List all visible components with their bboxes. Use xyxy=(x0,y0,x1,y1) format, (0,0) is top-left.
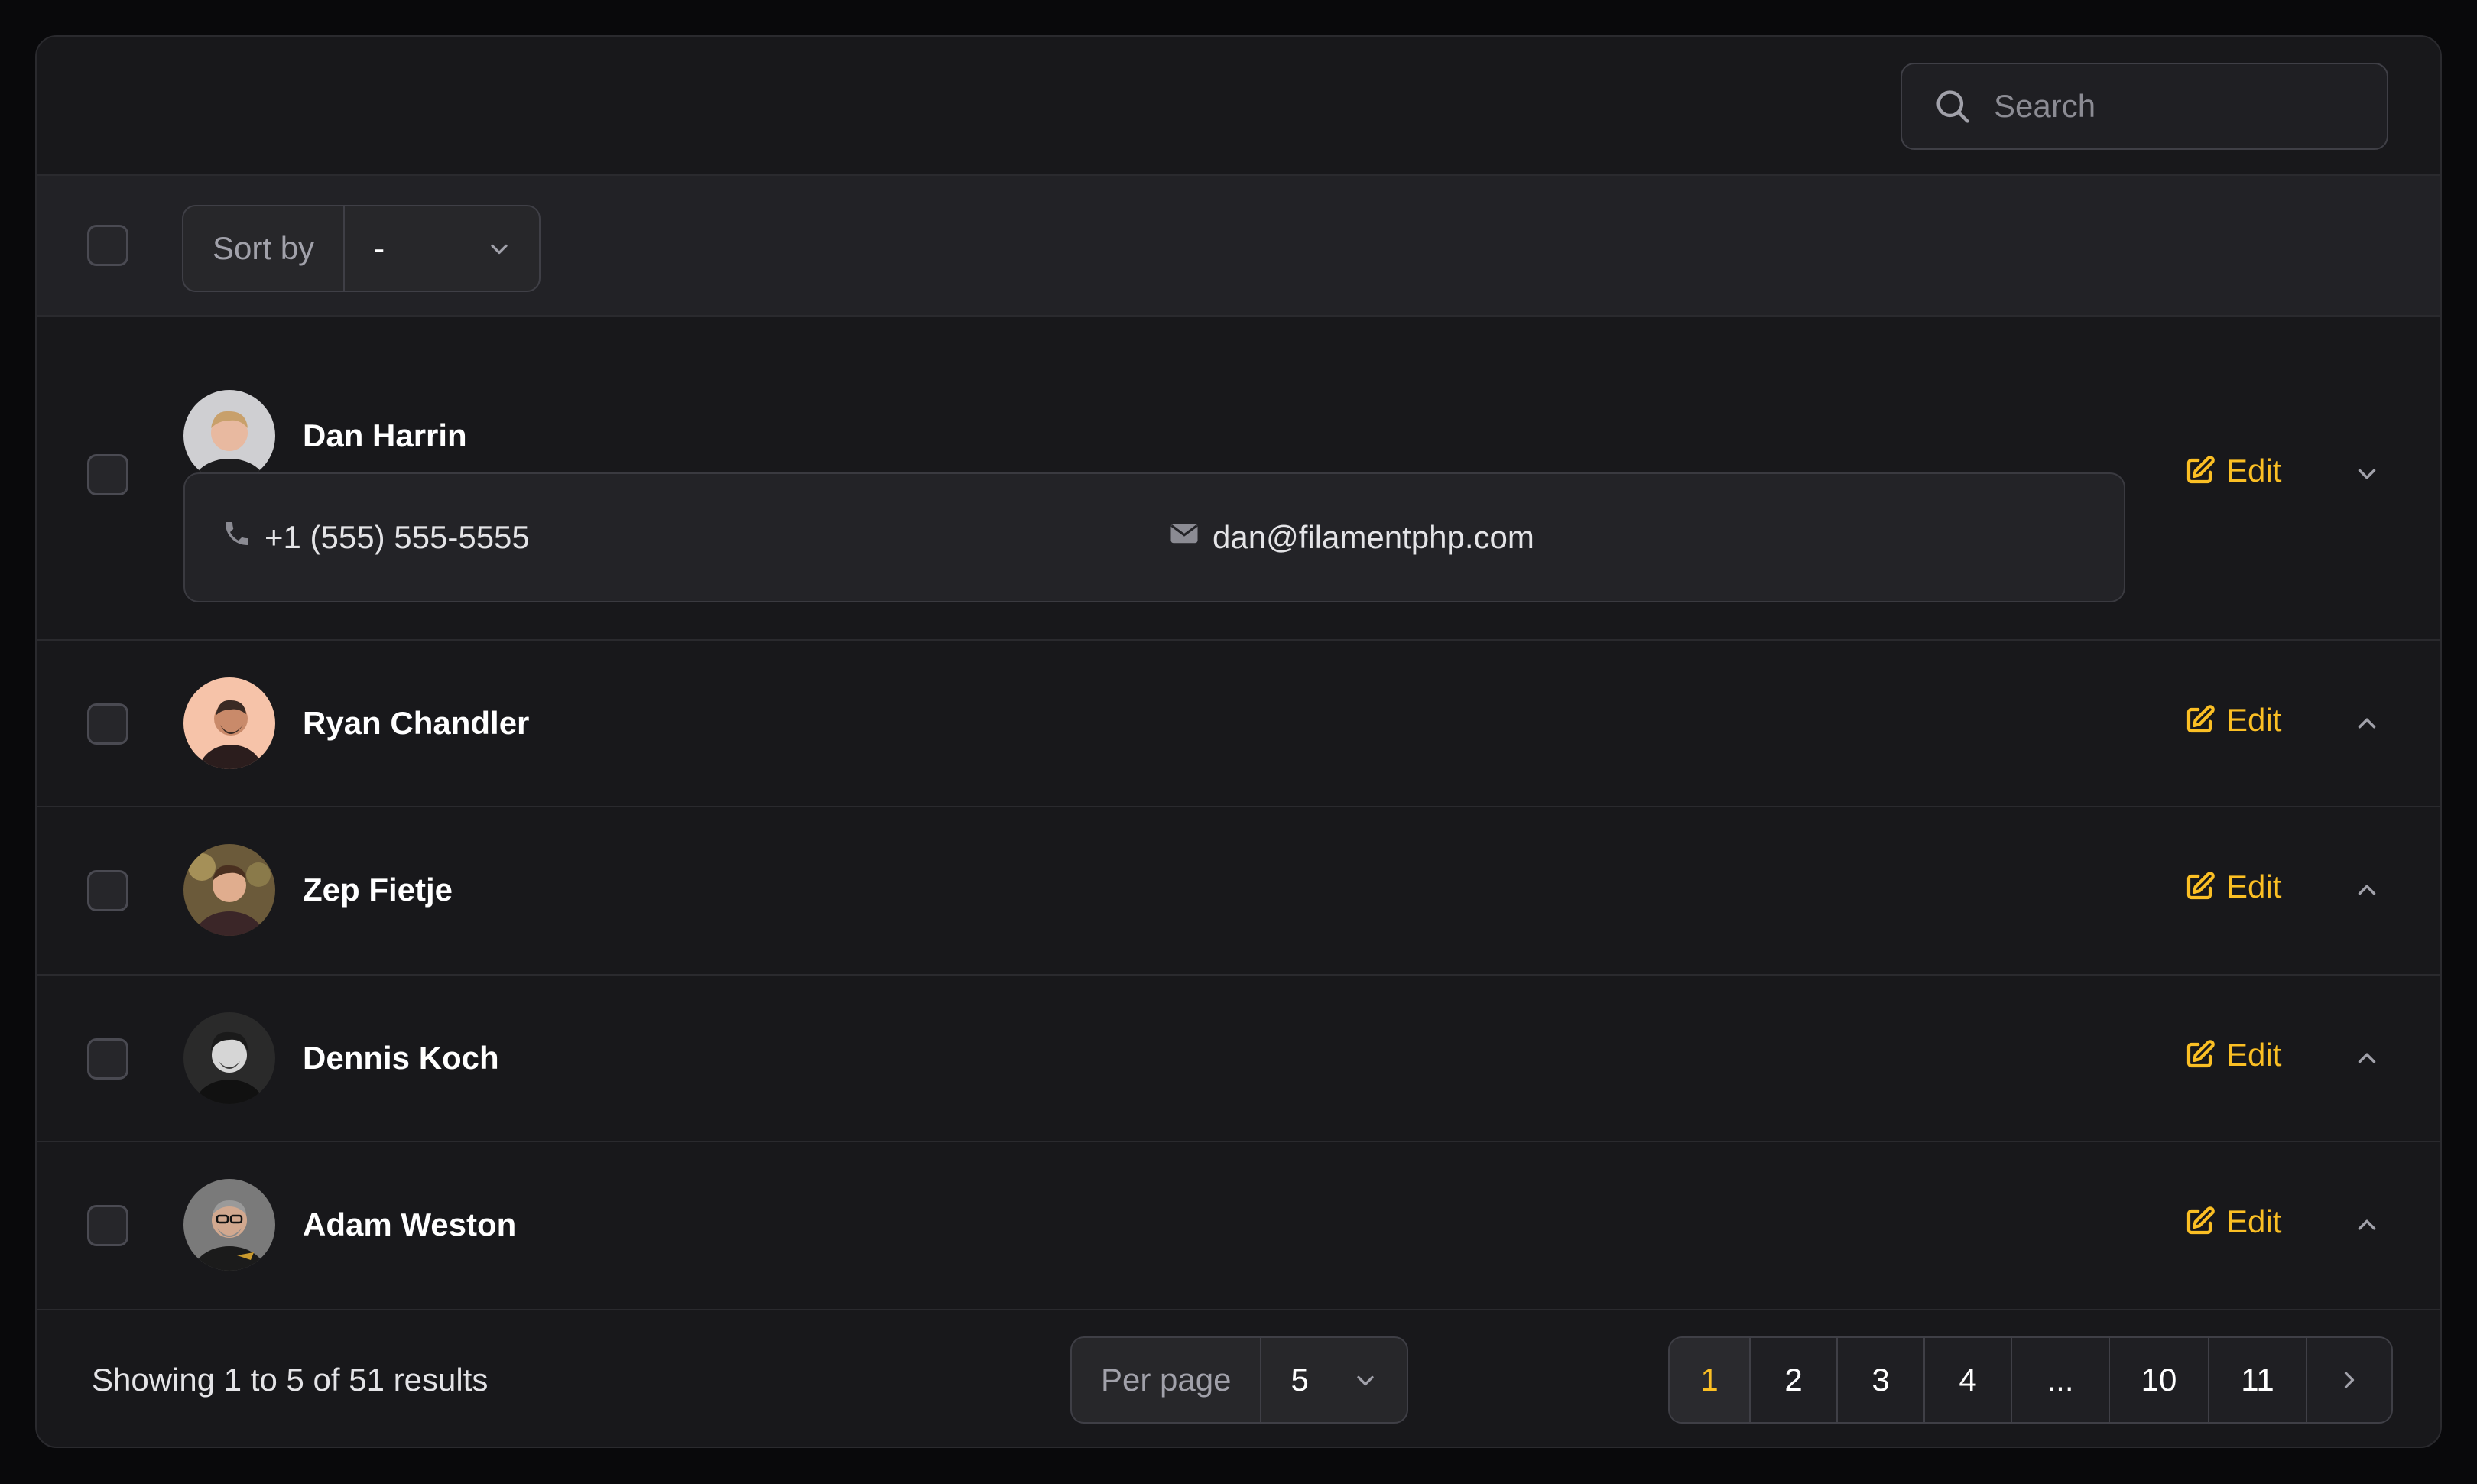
phone-detail: +1 (555) 555-5555 xyxy=(222,474,530,601)
search-input[interactable] xyxy=(1992,87,2409,125)
page-ellipsis: ... xyxy=(2012,1338,2110,1422)
row-checkbox[interactable] xyxy=(87,454,128,495)
edit-label: Edit xyxy=(2226,453,2282,489)
table-footer: Showing 1 to 5 of 51 results Per page 5 … xyxy=(37,1310,2440,1447)
per-page-control[interactable]: Per page 5 xyxy=(1070,1336,1409,1424)
expand-toggle[interactable] xyxy=(2344,700,2390,746)
row-checkbox[interactable] xyxy=(87,703,128,745)
edit-button[interactable]: Edit xyxy=(2183,702,2281,739)
edit-icon xyxy=(2186,1040,2215,1068)
edit-button[interactable]: Edit xyxy=(2183,1037,2281,1073)
row-checkbox[interactable] xyxy=(87,870,128,911)
table-row[interactable]: Dennis Koch Edit xyxy=(37,976,2440,1142)
edit-label: Edit xyxy=(2226,869,2282,904)
row-name: Ryan Chandler xyxy=(303,705,530,741)
edit-icon xyxy=(2186,1206,2215,1235)
row-checkbox[interactable] xyxy=(87,1038,128,1080)
row-name: Zep Fietje xyxy=(303,872,453,908)
row-name: Dan Harrin xyxy=(303,417,467,453)
edit-button[interactable]: Edit xyxy=(2183,453,2281,489)
avatar xyxy=(183,390,275,482)
chevron-right-icon xyxy=(2344,1372,2355,1388)
sort-label: Sort by xyxy=(183,206,346,291)
page-button-11[interactable]: 11 xyxy=(2209,1338,2307,1422)
edit-icon xyxy=(2186,705,2215,733)
table-row[interactable]: Adam Weston Edit xyxy=(37,1142,2440,1310)
chevron-up-icon xyxy=(2358,718,2376,729)
row-name: Adam Weston xyxy=(303,1206,517,1242)
sort-select[interactable]: - xyxy=(345,206,539,291)
edit-label: Edit xyxy=(2226,1037,2282,1073)
chevron-up-icon xyxy=(2358,1219,2376,1230)
row-details: +1 (555) 555-5555 dan@filamentphp.com xyxy=(183,472,2125,602)
edit-button[interactable]: Edit xyxy=(2183,869,2281,905)
edit-icon xyxy=(2186,456,2215,484)
expand-toggle[interactable] xyxy=(2344,1035,2390,1081)
envelope-icon xyxy=(1168,518,1213,557)
expand-toggle[interactable] xyxy=(2344,1202,2390,1248)
avatar xyxy=(183,677,275,769)
avatar xyxy=(183,844,275,936)
table-row[interactable]: Dan Harrin +1 (555) 555-5555 dan@filamen… xyxy=(37,317,2440,641)
page-button-4[interactable]: 4 xyxy=(1925,1338,2012,1422)
collapse-toggle[interactable] xyxy=(2344,451,2390,497)
page-button-10[interactable]: 10 xyxy=(2110,1338,2209,1422)
per-page-select[interactable]: 5 xyxy=(1261,1338,1407,1422)
search-icon xyxy=(1933,86,1972,126)
select-all-checkbox[interactable] xyxy=(87,225,128,266)
phone-icon xyxy=(222,518,265,557)
chevron-up-icon xyxy=(2358,1053,2376,1063)
page-button-1[interactable]: 1 xyxy=(1670,1338,1751,1422)
edit-label: Edit xyxy=(2226,702,2282,738)
avatar xyxy=(183,1179,275,1271)
email-text: dan@filamentphp.com xyxy=(1213,519,1534,555)
pagination: 1 2 3 4 ... 10 11 xyxy=(1668,1336,2393,1424)
chevron-down-icon xyxy=(1352,1367,1379,1395)
phone-text: +1 (555) 555-5555 xyxy=(265,519,530,555)
sort-value: - xyxy=(374,230,385,266)
per-page-label: Per page xyxy=(1072,1338,1262,1422)
chevron-down-icon xyxy=(2358,469,2376,479)
sort-control[interactable]: Sort by - xyxy=(182,205,541,292)
chevron-down-icon xyxy=(485,235,513,263)
email-detail: dan@filamentphp.com xyxy=(1168,474,1534,601)
next-page-button[interactable] xyxy=(2307,1338,2391,1422)
table-row[interactable]: Ryan Chandler Edit xyxy=(37,641,2440,807)
table-card: Sort by - Dan Harrin xyxy=(35,35,2442,1448)
avatar xyxy=(183,1012,275,1104)
page-button-3[interactable]: 3 xyxy=(1838,1338,1925,1422)
table-row[interactable]: Zep Fietje Edit xyxy=(37,807,2440,976)
edit-label: Edit xyxy=(2226,1203,2282,1239)
page-button-2[interactable]: 2 xyxy=(1751,1338,1838,1422)
row-checkbox[interactable] xyxy=(87,1205,128,1246)
row-name: Dennis Koch xyxy=(303,1040,499,1076)
per-page-value: 5 xyxy=(1290,1362,1309,1398)
edit-button[interactable]: Edit xyxy=(2183,1203,2281,1240)
expand-toggle[interactable] xyxy=(2344,867,2390,913)
table-header xyxy=(37,37,2440,176)
edit-icon xyxy=(2186,872,2215,900)
search-box[interactable] xyxy=(1901,63,2409,150)
chevron-up-icon xyxy=(2358,885,2376,895)
results-summary: Showing 1 to 5 of 51 results xyxy=(92,1362,489,1398)
table-toolbar: Sort by - xyxy=(37,176,2440,317)
